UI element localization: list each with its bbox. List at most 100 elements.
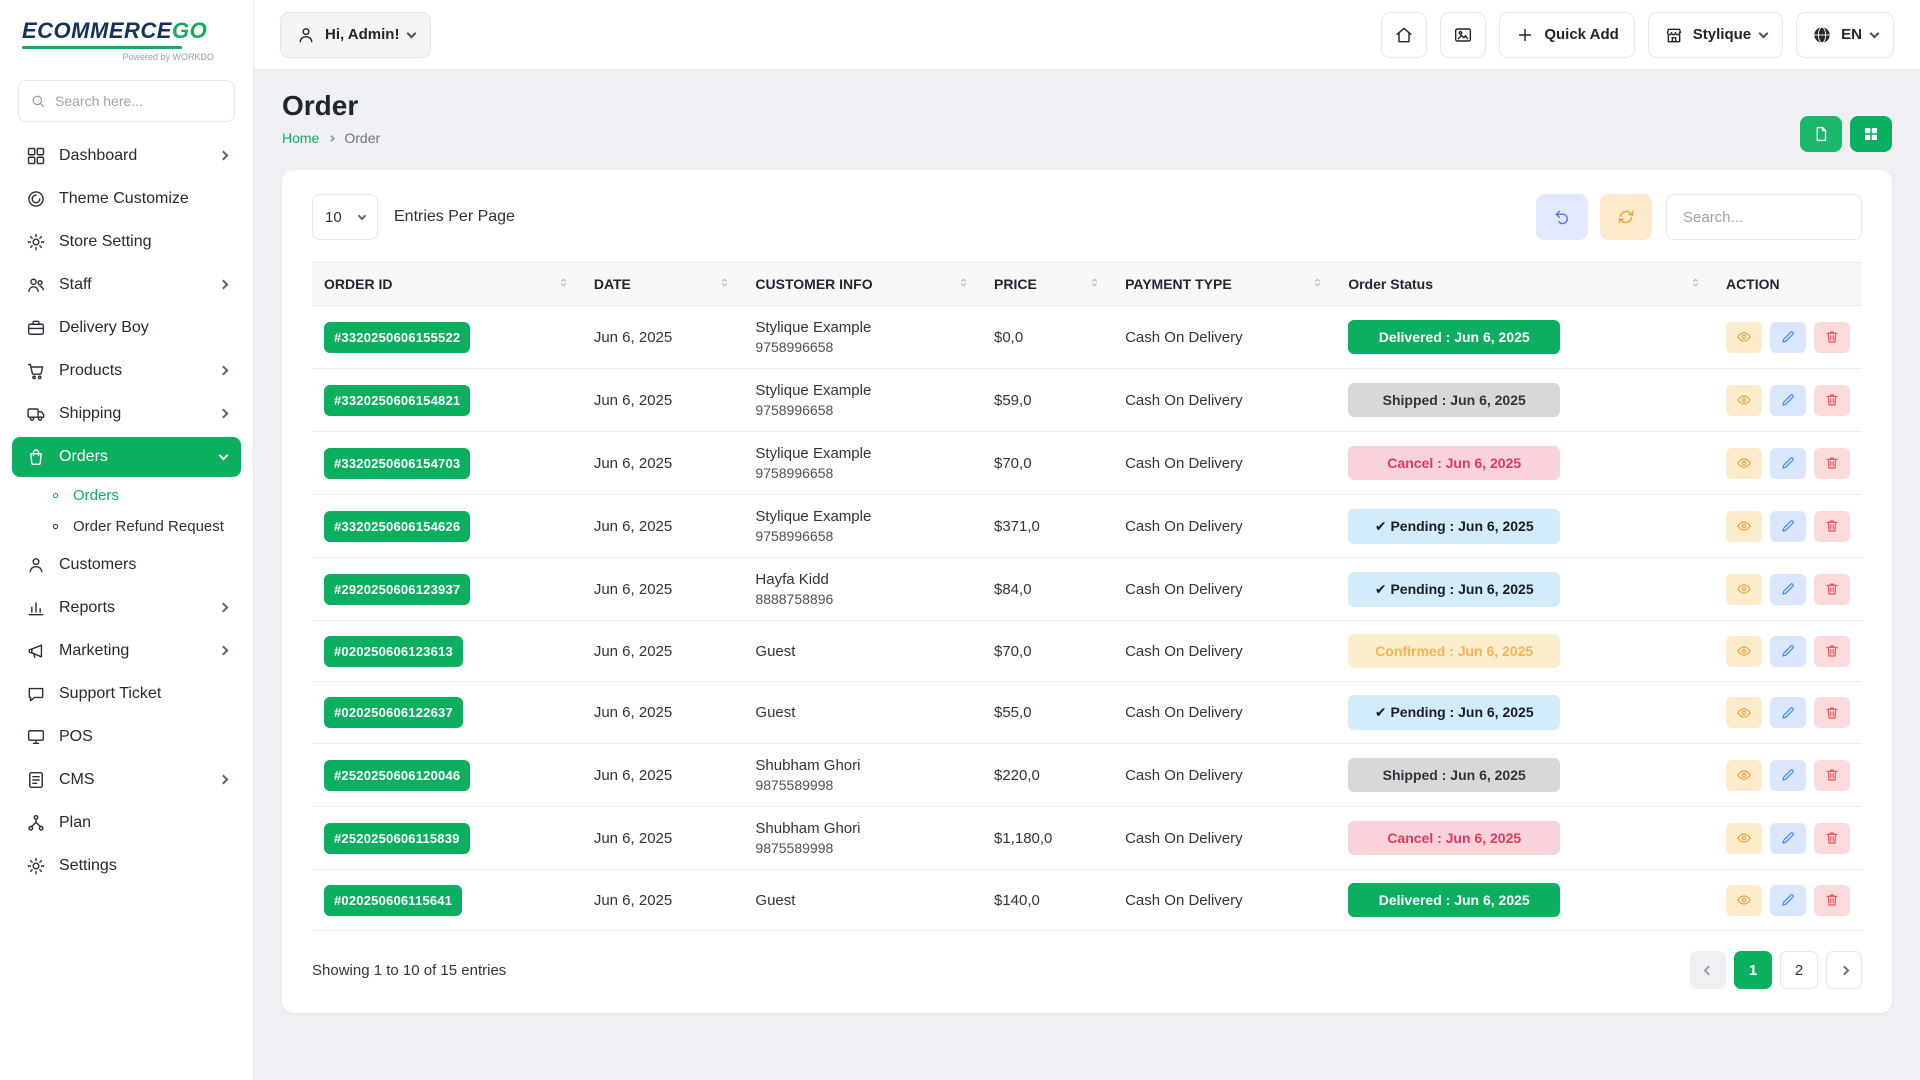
delete-order-button[interactable] [1814,636,1850,667]
quick-add-button[interactable]: Quick Add [1499,12,1634,58]
edit-order-button[interactable] [1770,760,1806,791]
delete-order-button[interactable] [1814,574,1850,605]
edit-order-button[interactable] [1770,511,1806,542]
sidebar-item-orders[interactable]: Orders [12,437,241,477]
column-header-price[interactable]: PRICE [982,263,1113,306]
sidebar-item-dashboard[interactable]: Dashboard [12,136,241,176]
delete-order-button[interactable] [1814,511,1850,542]
sidebar-item-shipping[interactable]: Shipping [12,394,241,434]
edit-order-button[interactable] [1770,885,1806,916]
trash-icon [1824,705,1840,721]
view-order-button[interactable] [1726,511,1762,542]
delete-order-button[interactable] [1814,823,1850,854]
sidebar-subitem-orders[interactable]: Orders [12,480,241,511]
view-order-button[interactable] [1726,448,1762,479]
order-id-badge[interactable]: #3320250606154703 [324,448,470,479]
sidebar-item-support-ticket[interactable]: Support Ticket [12,674,241,714]
marketing-icon [26,641,46,661]
entries-summary: Showing 1 to 10 of 15 entries [312,962,506,979]
sidebar-item-label: Dashboard [59,147,137,165]
column-header-date[interactable]: DATE [582,263,744,306]
delete-order-button[interactable] [1814,885,1850,916]
order-id-badge[interactable]: #2920250606123937 [324,574,470,605]
order-id-badge[interactable]: #020250606115641 [324,885,462,916]
table-row: #3320250606155522Jun 6, 2025Stylique Exa… [312,306,1862,369]
table-row: #020250606115641Jun 6, 2025Guest$140,0Ca… [312,870,1862,931]
gallery-button[interactable] [1440,12,1486,58]
eye-icon [1736,892,1752,908]
home-button[interactable] [1381,12,1427,58]
undo-button[interactable] [1536,194,1588,240]
sidebar-item-reports[interactable]: Reports [12,588,241,628]
edit-order-button[interactable] [1770,823,1806,854]
sidebar-search-input[interactable] [18,80,235,122]
sidebar-item-marketing[interactable]: Marketing [12,631,241,671]
trash-icon [1824,892,1840,908]
edit-order-button[interactable] [1770,385,1806,416]
sidebar-item-delivery-boy[interactable]: Delivery Boy [12,308,241,348]
sidebar-item-products[interactable]: Products [12,351,241,391]
pagination-prev-button[interactable] [1690,951,1726,989]
order-id-badge[interactable]: #020250606122637 [324,697,463,728]
edit-order-button[interactable] [1770,636,1806,667]
edit-order-button[interactable] [1770,322,1806,353]
delete-order-button[interactable] [1814,448,1850,479]
order-status-badge: Confirmed : Jun 6, 2025 [1348,634,1560,668]
sidebar-item-staff[interactable]: Staff [12,265,241,305]
support-ticket-icon [26,684,46,704]
delete-order-button[interactable] [1814,385,1850,416]
sidebar-item-theme-customize[interactable]: Theme Customize [12,179,241,219]
dot-icon [48,519,63,534]
entries-per-page-select[interactable]: 10 [312,194,378,240]
column-header-order-id[interactable]: ORDER ID [312,263,582,306]
sidebar-item-store-setting[interactable]: Store Setting [12,222,241,262]
view-order-button[interactable] [1726,574,1762,605]
order-id-badge[interactable]: #3320250606154626 [324,511,470,542]
order-date: Jun 6, 2025 [582,621,744,682]
pencil-icon [1780,518,1796,534]
column-header-payment-type[interactable]: PAYMENT TYPE [1113,263,1336,306]
view-order-button[interactable] [1726,823,1762,854]
order-date: Jun 6, 2025 [582,558,744,621]
order-id-badge[interactable]: #2520250606115839 [324,823,470,854]
view-order-button[interactable] [1726,760,1762,791]
pagination-next-button[interactable] [1826,951,1862,989]
view-order-button[interactable] [1726,697,1762,728]
customer-name: Shubham Ghori [755,820,970,837]
order-id-badge[interactable]: #3320250606155522 [324,322,470,353]
delete-order-button[interactable] [1814,697,1850,728]
edit-order-button[interactable] [1770,574,1806,605]
order-id-badge[interactable]: #020250606123613 [324,636,463,667]
refresh-button[interactable] [1600,194,1652,240]
trash-icon [1824,581,1840,597]
delete-order-button[interactable] [1814,322,1850,353]
export-button[interactable] [1800,116,1842,152]
column-header-customer-info[interactable]: CUSTOMER INFO [743,263,982,306]
user-menu-button[interactable]: Hi, Admin! [280,12,431,58]
edit-order-button[interactable] [1770,697,1806,728]
view-order-button[interactable] [1726,322,1762,353]
pagination-page-1[interactable]: 1 [1734,951,1772,989]
column-header-order-status[interactable]: Order Status [1336,263,1714,306]
sidebar-item-cms[interactable]: CMS [12,760,241,800]
pagination-page-2[interactable]: 2 [1780,951,1818,989]
sidebar-subitem-order-refund-request[interactable]: Order Refund Request [12,511,241,542]
chevron-down-icon [407,28,417,38]
order-id-badge[interactable]: #2520250606120046 [324,760,470,791]
breadcrumb-home[interactable]: Home [282,130,319,146]
language-button[interactable]: EN [1796,12,1894,58]
sidebar-item-customers[interactable]: Customers [12,545,241,585]
view-order-button[interactable] [1726,385,1762,416]
view-order-button[interactable] [1726,885,1762,916]
view-order-button[interactable] [1726,636,1762,667]
sidebar-item-settings[interactable]: Settings [12,846,241,886]
table-search-input[interactable] [1666,194,1862,240]
order-id-badge[interactable]: #3320250606154821 [324,385,470,416]
trash-icon [1824,830,1840,846]
sidebar-item-plan[interactable]: Plan [12,803,241,843]
edit-order-button[interactable] [1770,448,1806,479]
store-switcher-button[interactable]: Stylique [1648,12,1783,58]
grid-view-button[interactable] [1850,116,1892,152]
sidebar-item-pos[interactable]: POS [12,717,241,757]
delete-order-button[interactable] [1814,760,1850,791]
